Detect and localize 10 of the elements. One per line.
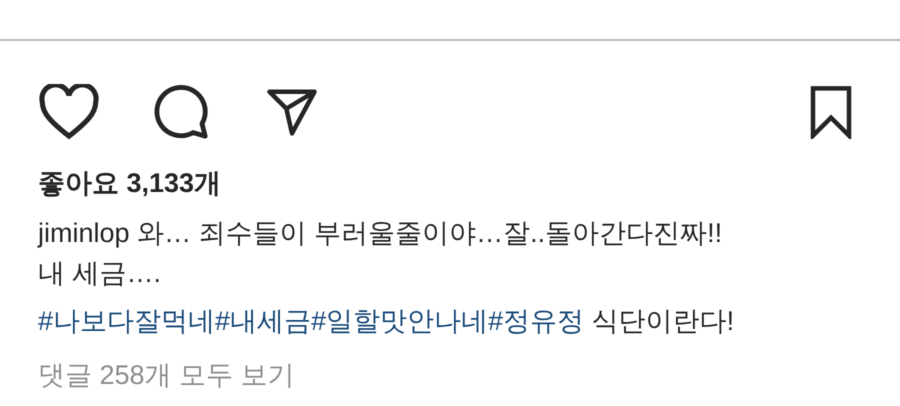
hashtag-link[interactable]: #일할맛안나네 [311, 306, 488, 336]
likes-count: 좋아요 3,133개 [38, 167, 222, 200]
caption-text: jiminlop 와… 죄수들이 부러울줄이야…잘..돌아간다진짜!! 내 세금…. [38, 217, 724, 290]
hashtag-link[interactable]: #나보다잘먹네 [38, 306, 216, 336]
hashtag-link[interactable]: #내세금 [215, 306, 312, 336]
hashtag-caption-line: #나보다잘먹네#내세금#일할맛안나네#정유정 식단이란다! [38, 305, 736, 338]
comment-bubble-icon[interactable] [152, 83, 210, 141]
like-heart-icon[interactable] [38, 84, 100, 140]
bookmark-icon[interactable] [808, 85, 854, 139]
hashtag-link[interactable]: #정유정 [488, 306, 584, 336]
